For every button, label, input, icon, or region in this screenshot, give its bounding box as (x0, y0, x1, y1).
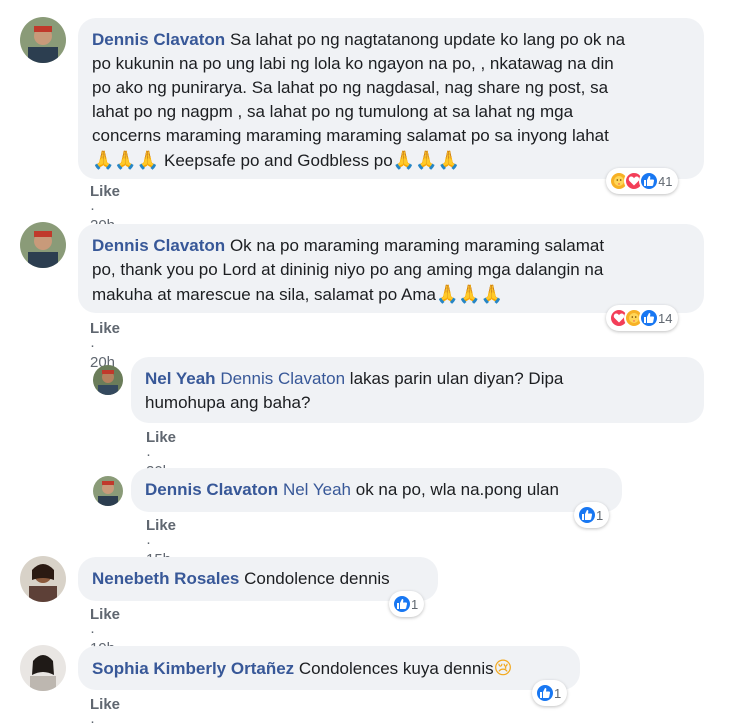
avatar[interactable] (93, 365, 123, 395)
like-reaction-icon (577, 505, 597, 525)
comment-text: Condolences kuya dennis (298, 659, 494, 678)
comment-author[interactable]: Dennis Clavaton (92, 236, 225, 255)
like-reaction-icon (639, 171, 659, 191)
comment-bubble: Dennis Clavaton Nel Yeah ok na po, wla n… (131, 468, 622, 512)
like-reaction-icon (535, 683, 555, 703)
comment-text-line: makuha at marescue na sila, salamat po A… (92, 285, 436, 304)
reaction-summary[interactable]: 14 (606, 305, 679, 331)
pray-emoji: 🙏🙏🙏 (435, 284, 504, 304)
like-reaction-icon (639, 308, 659, 328)
like-reaction-icon (392, 594, 412, 614)
avatar[interactable] (20, 645, 66, 691)
comment-text-line: po, thank you po Lord at dininig niyo po… (92, 260, 604, 279)
reaction-count: 41 (658, 173, 673, 189)
comment-text-line: Ok na po maraming maraming maraming sala… (229, 236, 605, 255)
reaction-summary[interactable]: 1 (532, 680, 568, 706)
reaction-summary[interactable]: 41 (606, 168, 679, 194)
comment-text-line: humohupa ang baha? (145, 393, 311, 412)
comment-text-line: po ako ng punirarya. Sa lahat po ng nagd… (92, 78, 609, 97)
comment-author[interactable]: Nenebeth Rosales (92, 569, 239, 588)
separator: · (90, 713, 95, 726)
avatar[interactable] (93, 476, 123, 506)
like-link[interactable]: Like (146, 517, 176, 534)
like-link[interactable]: Like (90, 696, 120, 713)
separator: · (90, 200, 95, 217)
reaction-count: 1 (596, 507, 604, 523)
separator: · (146, 446, 151, 463)
reaction-count: 14 (658, 310, 673, 326)
sad-emoji: 😢 (493, 658, 513, 678)
comment-text: ok na po, wla na.pong ulan (355, 480, 559, 499)
comment-text-line: Sa lahat po ng nagtatanong update ko lan… (229, 30, 626, 49)
like-link[interactable]: Like (146, 429, 176, 446)
avatar[interactable] (20, 222, 66, 268)
reaction-count: 1 (411, 596, 419, 612)
comment-author[interactable]: Nel Yeah (145, 369, 216, 388)
reaction-summary[interactable]: 1 (389, 591, 425, 617)
comment-bubble: Nenebeth Rosales Condolence dennis (78, 557, 438, 601)
like-link[interactable]: Like (90, 183, 120, 200)
separator: · (146, 534, 151, 551)
comment-text-line: concerns maraming maraming maraming sala… (92, 126, 609, 145)
comment-bubble: Nel Yeah Dennis Clavaton lakas parin ula… (131, 357, 704, 423)
reaction-count: 1 (554, 685, 562, 701)
comment-text-line: Keepsafe po and Godbless po (163, 151, 393, 170)
comment-bubble: Dennis Clavaton Ok na po maraming marami… (78, 224, 704, 313)
pray-emoji: 🙏🙏🙏 (392, 150, 460, 170)
comment-text: Condolence dennis (244, 569, 390, 588)
comment-text-line: lakas parin ulan diyan? Dipa (349, 369, 564, 388)
separator: · (90, 623, 95, 640)
avatar[interactable] (20, 17, 66, 63)
comment-text-line: po kukunin na po ung labi ng lola ko nga… (92, 54, 614, 73)
comment-meta: Like · 19h (90, 696, 120, 726)
like-link[interactable]: Like (90, 320, 120, 337)
comment-author[interactable]: Sophia Kimberly Ortañez (92, 659, 294, 678)
mention-link[interactable]: Dennis Clavaton (220, 369, 345, 388)
separator: · (90, 337, 95, 354)
like-link[interactable]: Like (90, 606, 120, 623)
comment-meta: Like · 20h (90, 320, 120, 371)
pray-emoji: 🙏🙏🙏 (92, 150, 160, 170)
avatar[interactable] (20, 556, 66, 602)
comment-bubble: Dennis Clavaton Sa lahat po ng nagtatano… (78, 18, 704, 179)
comment-author[interactable]: Dennis Clavaton (145, 480, 278, 499)
comment-author[interactable]: Dennis Clavaton (92, 30, 225, 49)
comment-bubble: Sophia Kimberly Ortañez Condolences kuya… (78, 646, 580, 690)
comment-text-line: lahat po ng nagpm , sa lahat po ng tumul… (92, 102, 574, 121)
reaction-summary[interactable]: 1 (574, 502, 610, 528)
mention-link[interactable]: Nel Yeah (283, 480, 351, 499)
